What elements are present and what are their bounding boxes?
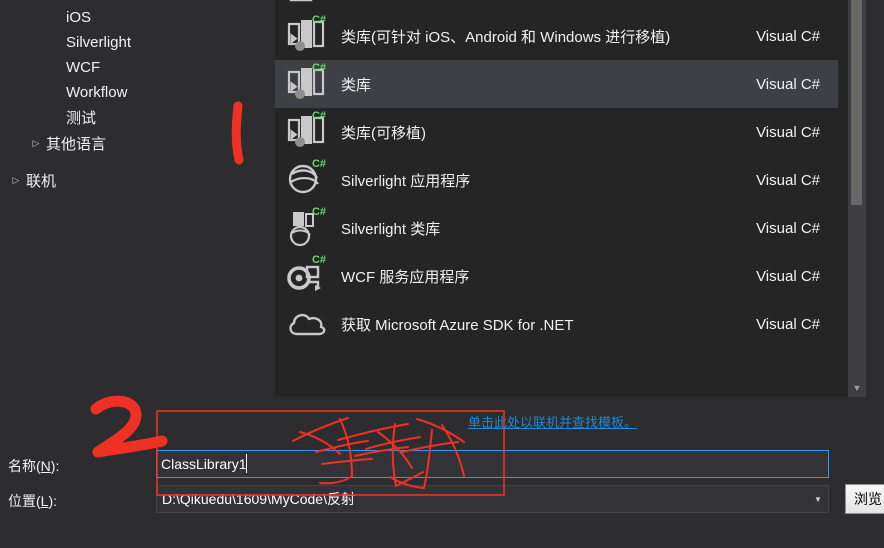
tree-item-1[interactable]: ▷Silverlight [48,30,131,55]
tree-item-label: 测试 [66,110,97,127]
name-label-mnemonic: N [40,458,51,474]
scrollbar-thumb[interactable] [851,0,862,205]
project-name-input[interactable] [156,450,829,478]
csharp-badge-icon: C# [311,110,326,122]
tree-item-2[interactable]: ▷WCF [48,55,100,80]
tree-item-label: 其他语言 [46,136,107,153]
tree-item-6[interactable]: ▷ 联机 [8,168,56,193]
name-label-suffix: ): [50,458,60,474]
name-label-text: 名称( [8,458,41,474]
template-list-panel[interactable]: C#共享项目Visual C# C# 类库(可针对 iOS、Android 和 W… [275,0,866,397]
portable-class-library-icon: C# [285,14,329,56]
template-row[interactable]: C# 类库(可移植) Visual C# [275,108,838,156]
template-category-tree[interactable]: ▷iOS▷Silverlight▷WCF▷Workflow▷测试▷其他语言▷联机 [0,0,275,397]
tree-item-0[interactable]: ▷iOS [48,5,91,30]
csharp-badge-icon: C# [311,254,326,266]
template-name: WCF 服务应用程序 [341,268,470,286]
template-language: Visual C# [756,267,820,285]
name-field-label: 名称(N): [8,456,59,476]
csharp-badge-icon: C# [311,158,326,170]
template-row[interactable]: C# WCF 服务应用程序 Visual C# [275,252,838,300]
scroll-down-arrow-icon[interactable]: ▼ [848,379,866,397]
template-row[interactable]: 获取 Microsoft Azure SDK for .NET Visual C# [275,300,838,348]
template-row[interactable]: C# Silverlight 应用程序 Visual C# [275,156,838,204]
tree-item-label: iOS [66,9,92,26]
template-name: 类库 [341,76,372,94]
find-online-templates-link[interactable]: 单击此处以联机并查找模板。 [468,412,637,431]
tree-item-4[interactable]: ▷测试 [48,105,96,130]
template-row[interactable]: C# Silverlight 类库 Visual C# [275,204,838,252]
class-library-icon: C# [285,62,329,104]
template-language: Visual C# [756,315,820,333]
location-label-text: 位置( [8,493,41,509]
template-name: 类库(可移植) [341,124,426,142]
cloud-icon [285,304,329,344]
csharp-badge-icon: C# [311,14,326,26]
wcf-service-icon: C# [285,254,329,296]
tree-item-label: Workflow [66,84,128,101]
template-language: Visual C# [756,171,820,189]
template-row[interactable]: C# 类库 Visual C# [275,60,838,108]
template-list-scrollbar[interactable]: ▼ [848,0,866,397]
chevron-down-icon[interactable]: ▼ [808,495,828,504]
expand-arrow-icon[interactable]: ▷ [8,176,24,185]
template-row[interactable]: C#共享项目Visual C# [275,0,838,12]
template-name: Silverlight 应用程序 [341,172,471,190]
expand-arrow-icon[interactable]: ▷ [28,139,44,148]
tree-item-label: 联机 [26,173,57,190]
csharp-badge-icon: C# [311,206,326,218]
portable-class-library-icon: C# [285,110,329,152]
template-name: 类库(可针对 iOS、Android 和 Windows 进行移植) [341,28,671,46]
silverlight-library-icon: C# [285,206,329,248]
location-value: D:\Qikuedu\1609\MyCode\反射 [162,491,355,507]
template-row[interactable]: C# 类库(可针对 iOS、Android 和 Windows 进行移植) Visu… [275,12,838,60]
text-caret [246,454,247,473]
template-language: Visual C# [756,123,820,141]
template-language: Visual C# [756,219,820,237]
location-field-label: 位置(L): [8,491,57,511]
new-project-dialog: ▷iOS▷Silverlight▷WCF▷Workflow▷测试▷其他语言▷联机… [0,0,884,548]
tree-item-label: Silverlight [66,34,132,51]
location-label-suffix: ): [48,493,58,509]
tree-item-label: WCF [66,59,101,76]
silverlight-app-icon: C# [285,158,329,200]
location-combobox[interactable]: D:\Qikuedu\1609\MyCode\反射 ▼ [156,485,829,513]
csharp-badge-icon: C# [311,62,326,74]
template-language: Visual C# [756,27,820,45]
tree-item-5[interactable]: ▷ 其他语言 [28,131,106,156]
template-name: Silverlight 类库 [341,220,441,238]
template-language: Visual C# [756,75,820,93]
template-name: 获取 Microsoft Azure SDK for .NET [341,316,574,334]
browse-button[interactable]: 浏览 [845,484,884,514]
shared-project-icon: C# [285,0,329,8]
tree-item-3[interactable]: ▷Workflow [48,80,127,105]
template-list: C#共享项目Visual C# C# 类库(可针对 iOS、Android 和 W… [275,0,838,348]
